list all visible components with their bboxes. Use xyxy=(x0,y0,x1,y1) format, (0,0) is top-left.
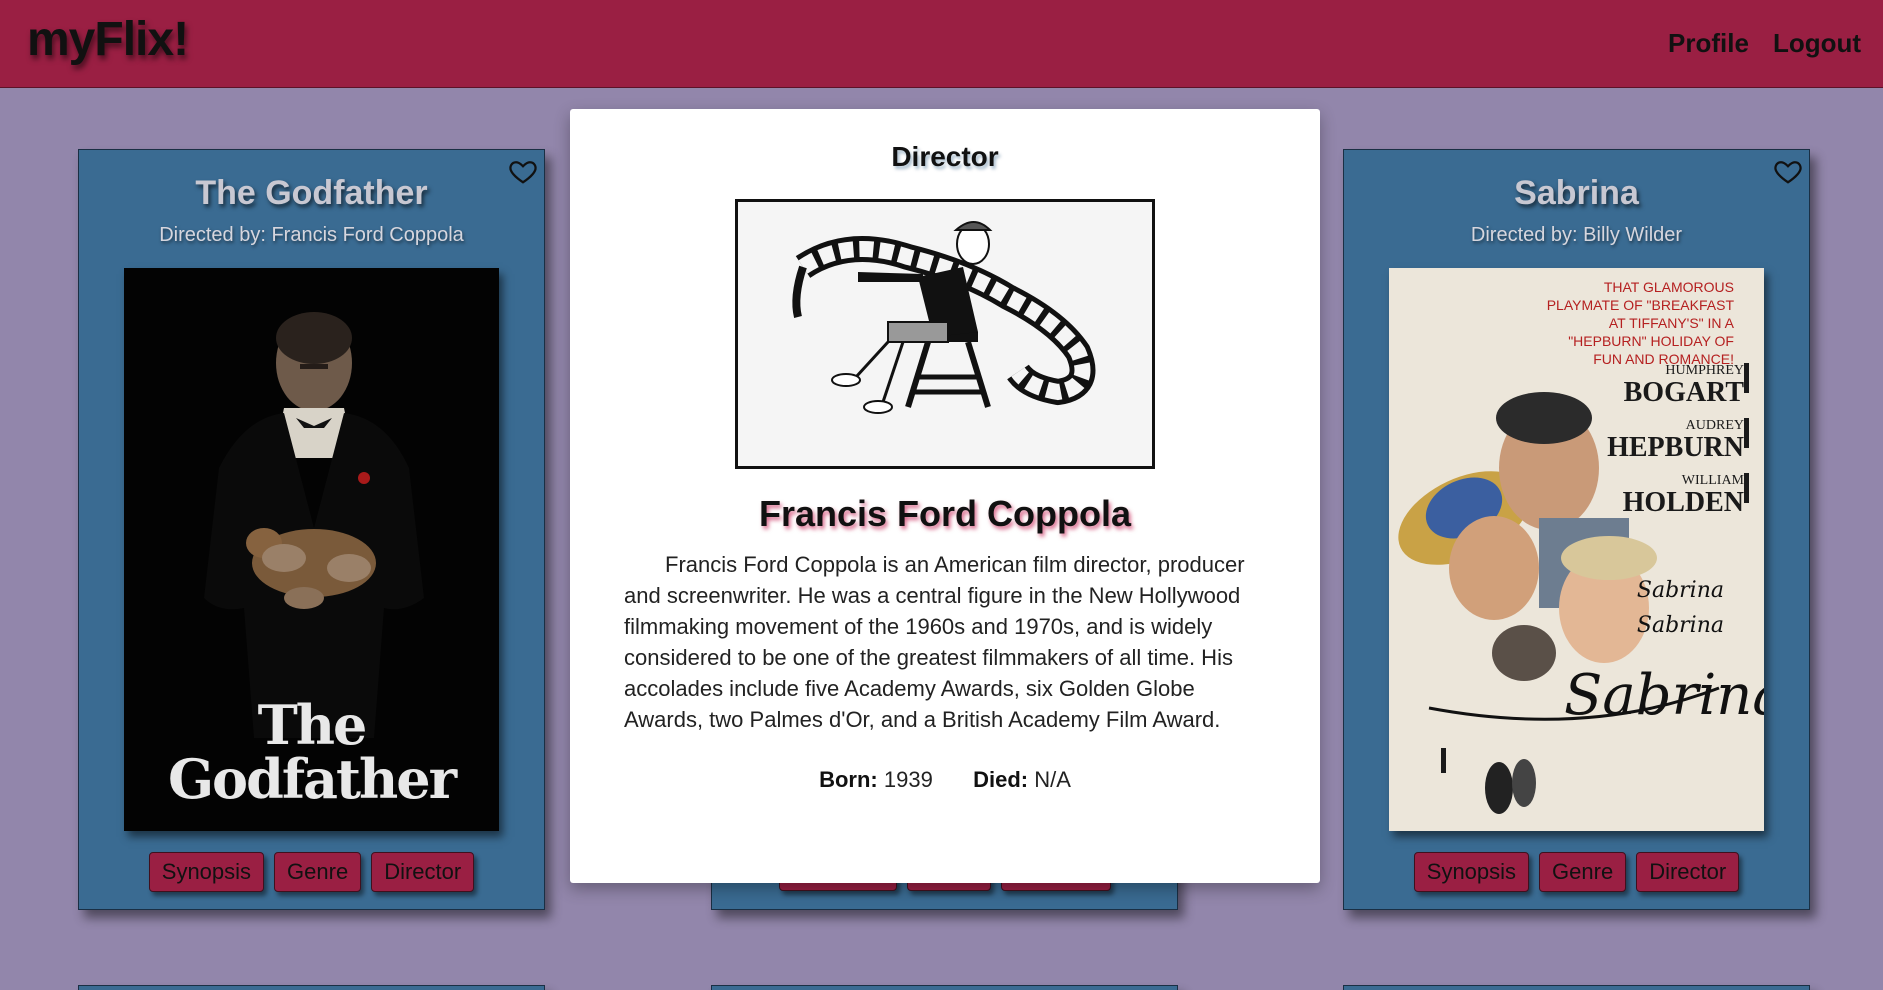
poster-tagline: THAT GLAMOROUS PLAYMATE OF "BREAKFAST AT… xyxy=(1546,279,1734,367)
movie-poster[interactable]: The Godfather xyxy=(124,268,499,831)
card-button-row: Synopsis Genre Director xyxy=(79,852,544,892)
movie-card xyxy=(711,985,1178,990)
card-button-row: Synopsis Genre Director xyxy=(1344,852,1809,892)
nav-profile-link[interactable]: Profile xyxy=(1668,28,1749,59)
director-chair-film-reel-icon xyxy=(792,221,1096,414)
director-button[interactable]: Director xyxy=(1636,852,1740,892)
director-facts: Born: 1939 Died: N/A xyxy=(570,767,1320,793)
movie-card xyxy=(78,985,545,990)
poster-title-text: The Godfather xyxy=(167,693,457,811)
movie-director-line: Directed by: Francis Ford Coppola xyxy=(159,224,464,246)
died-label: Died: xyxy=(973,767,1029,792)
poster-actor: AUDREY HEPBURN xyxy=(1607,418,1744,463)
born-label: Born: xyxy=(819,767,878,792)
movie-poster[interactable]: THAT GLAMOROUS PLAYMATE OF "BREAKFAST AT… xyxy=(1389,268,1764,831)
director-bio: Francis Ford Coppola is an American film… xyxy=(624,552,1245,732)
poster-small-script: Sabrina xyxy=(1636,613,1724,638)
poster-script-title: Sabrina xyxy=(1564,663,1764,728)
synopsis-button[interactable]: Synopsis xyxy=(1413,852,1530,892)
poster-small-script: Sabrina xyxy=(1636,578,1724,603)
genre-button[interactable]: Genre xyxy=(274,852,362,892)
director-image xyxy=(735,199,1155,469)
movie-director-line: Directed by: Billy Wilder xyxy=(1470,224,1683,246)
poster-actor: WILLIAM HOLDEN xyxy=(1622,473,1744,518)
modal-heading: Director xyxy=(891,141,999,172)
nav-logout-link[interactable]: Logout xyxy=(1773,28,1861,59)
navbar: myFlix! Profile Logout xyxy=(0,0,1883,88)
movie-card xyxy=(1343,985,1810,990)
movie-card: Sabrina Directed by: Billy Wilder THAT G… xyxy=(1343,149,1810,910)
director-name: Francis Ford Coppola xyxy=(758,493,1132,534)
born-value: 1939 xyxy=(883,767,933,792)
genre-button[interactable]: Genre xyxy=(1539,852,1627,892)
movie-title: Sabrina xyxy=(1514,174,1639,212)
director-button[interactable]: Director xyxy=(371,852,475,892)
synopsis-button[interactable]: Synopsis xyxy=(148,852,265,892)
heart-outline-icon[interactable] xyxy=(1773,156,1803,186)
movie-title: The Godfather xyxy=(195,174,428,212)
director-modal: Director Francis Ford Coppola Francis Fo xyxy=(570,109,1320,883)
poster-actor: HUMPHREY BOGART xyxy=(1623,363,1744,408)
brand-logo[interactable]: myFlix! xyxy=(27,12,189,67)
died-value: N/A xyxy=(1034,767,1071,792)
heart-outline-icon[interactable] xyxy=(508,156,538,186)
movie-card: The Godfather Directed by: Francis Ford … xyxy=(78,149,545,910)
